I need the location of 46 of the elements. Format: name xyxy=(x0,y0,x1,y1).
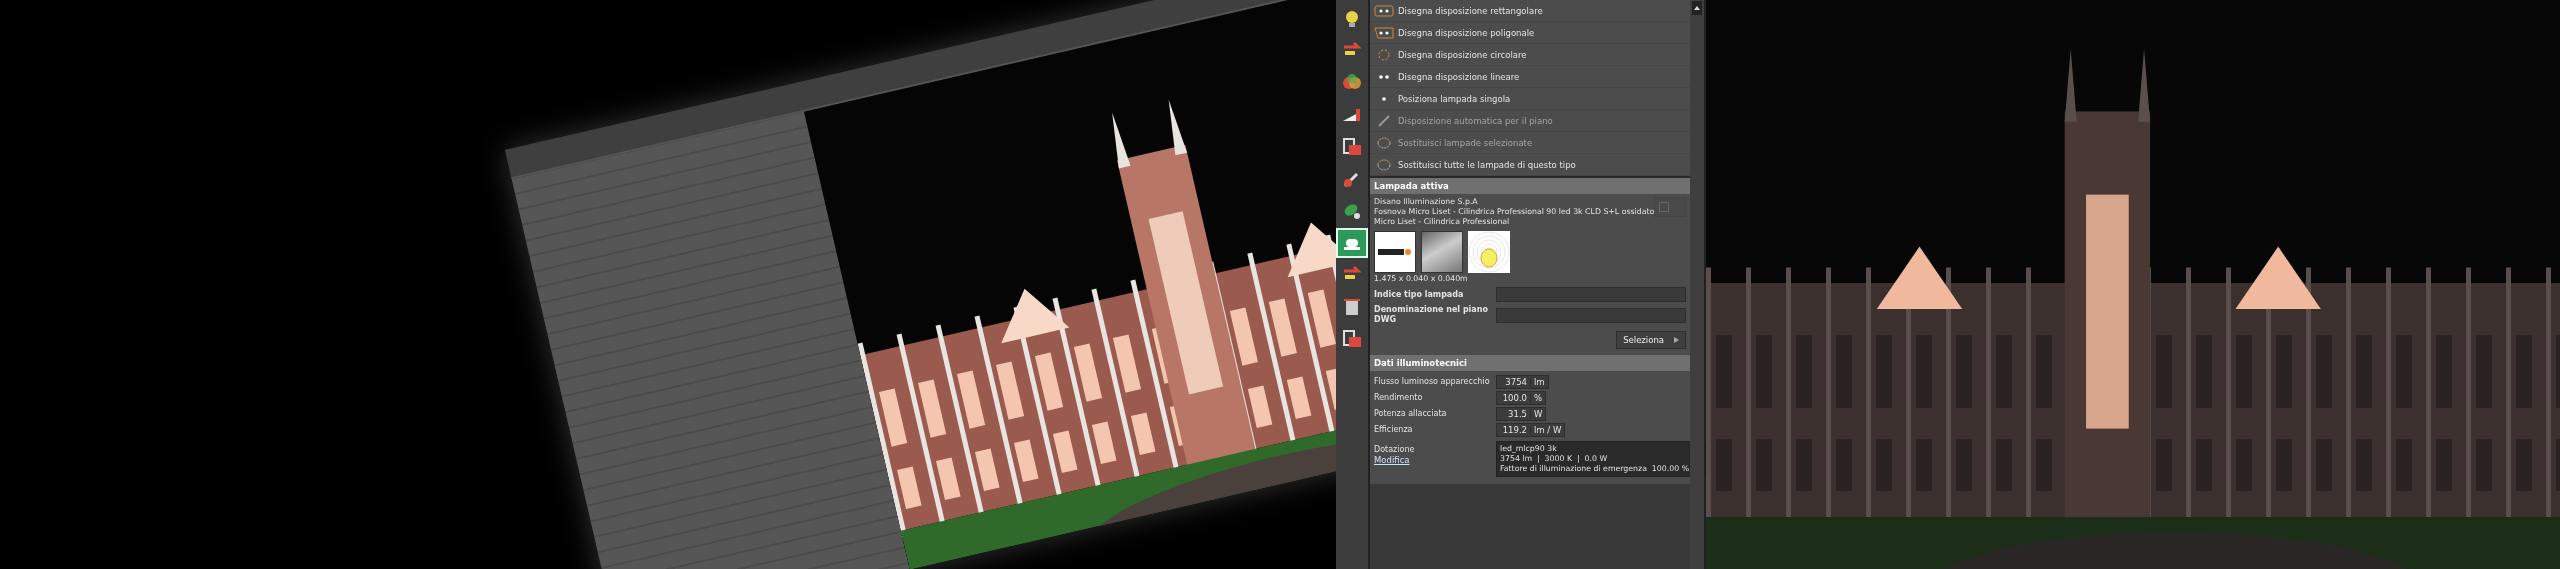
input-field[interactable] xyxy=(1496,287,1686,302)
light-distribution-icon xyxy=(1468,231,1510,273)
menu-item[interactable]: Sostituisci tutte le lampade di questo tipo xyxy=(1370,154,1690,176)
data-label: Efficienza xyxy=(1374,425,1414,434)
tool-icon xyxy=(1382,96,1386,101)
tool-icon xyxy=(1374,4,1394,17)
edit-link[interactable]: Modifica xyxy=(1374,455,1492,465)
unit-text: lm xyxy=(1533,376,1546,387)
section-header: Lampada attiva xyxy=(1370,178,1690,194)
data-label: Potenza allacciata xyxy=(1374,409,1448,418)
product-photo-placeholder xyxy=(1421,231,1463,273)
tool-icon xyxy=(1377,136,1391,149)
square-icon xyxy=(1659,202,1670,212)
tool-icon xyxy=(1378,48,1390,61)
brand-logo-icon xyxy=(1378,247,1412,257)
input-field[interactable] xyxy=(1496,307,1686,323)
field-label: Indice tipo lampada xyxy=(1374,289,1465,300)
play-arrow-icon xyxy=(1674,337,1679,343)
menu-item[interactable]: Disegna disposizione lineare xyxy=(1370,66,1690,88)
value-field[interactable]: 100.0 % xyxy=(1496,390,1547,405)
value-text: 119.2 xyxy=(1497,424,1531,435)
menu-item[interactable]: Disegna disposizione poligonale xyxy=(1370,22,1690,44)
tool-icon xyxy=(1378,114,1390,127)
menu-item[interactable]: Posiziona lampada singola xyxy=(1370,88,1690,110)
value-text: 100.0 xyxy=(1497,392,1531,403)
value-field[interactable]: 119.2 lm / W xyxy=(1496,422,1566,437)
unit-text: W xyxy=(1533,408,1544,419)
data-label: Dotazione xyxy=(1374,445,1416,454)
data-label: Flusso luminoso apparecchio xyxy=(1374,377,1491,386)
section-header: Dati illuminotecnici xyxy=(1370,355,1690,371)
data-label: Rendimento xyxy=(1374,393,1424,402)
unit-text: lm / W xyxy=(1533,424,1563,435)
select-button[interactable]: Seleziona xyxy=(1616,331,1686,349)
unit-text: % xyxy=(1533,392,1544,403)
value-text: 3754 xyxy=(1497,376,1531,387)
value-field[interactable]: 3754 lm xyxy=(1496,374,1549,389)
value-text: 31.5 xyxy=(1497,408,1531,419)
field-label: Denominazione nel piano DWG xyxy=(1374,305,1489,325)
tool-icon xyxy=(1377,158,1391,171)
menu-item[interactable]: Disegna disposizione rettangolare xyxy=(1370,0,1690,22)
menu-item[interactable]: Disegna disposizione circolare xyxy=(1370,44,1690,66)
up-arrow-icon xyxy=(1694,6,1700,10)
tool-icon xyxy=(1374,26,1394,39)
value-field[interactable]: 31.5 W xyxy=(1496,406,1547,421)
scroll-up-button[interactable] xyxy=(1692,1,1702,15)
tool-icon xyxy=(1379,74,1389,79)
